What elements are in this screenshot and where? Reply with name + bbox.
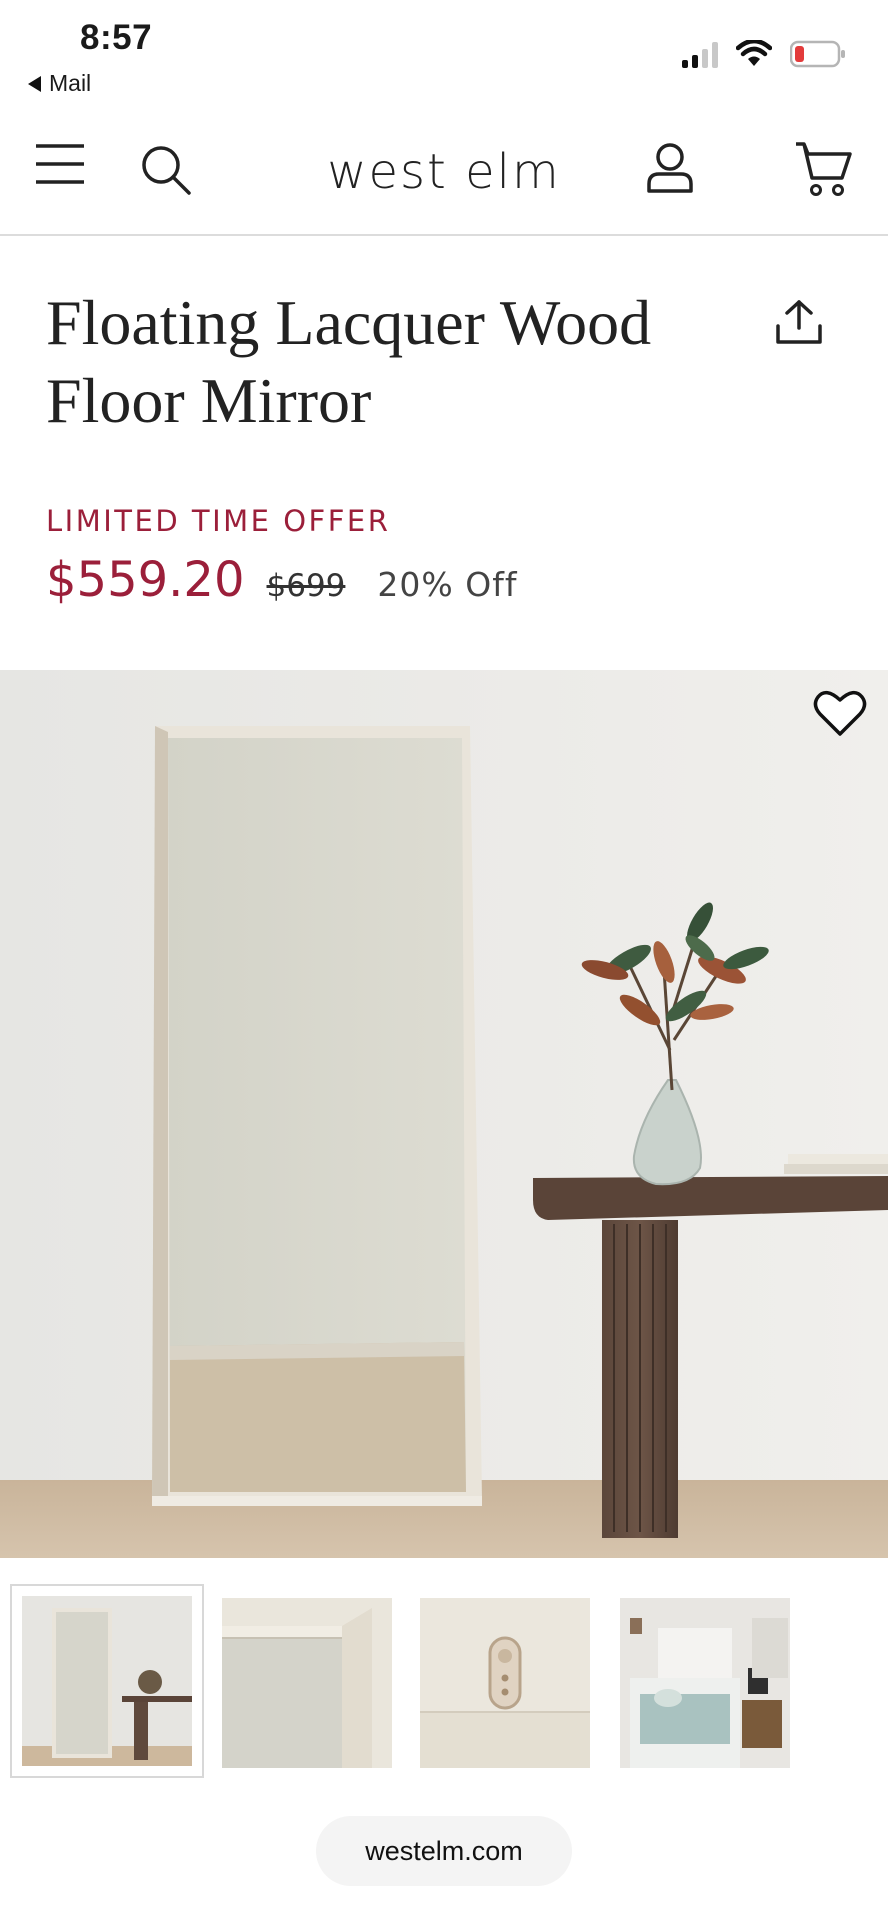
original-price: $699: [266, 568, 346, 604]
browser-url-bar[interactable]: westelm.com: [316, 1816, 572, 1886]
discount-label: 20% Off: [377, 565, 518, 604]
product-title-line-2: Floor Mirror: [46, 365, 372, 436]
cart-icon[interactable]: [794, 140, 852, 198]
status-bar: 8:57 Mail: [0, 0, 888, 108]
thumbnail-mirror-corner-detail[interactable]: [222, 1598, 392, 1768]
promo-label: LIMITED TIME OFFER: [46, 504, 391, 538]
thumbnail-mounting-hardware[interactable]: [420, 1598, 590, 1768]
thumbnail-image: [222, 1598, 392, 1768]
thumbnail-image: [22, 1596, 192, 1766]
account-icon[interactable]: [646, 142, 694, 194]
price-row: $559.20 $699 20% Off: [46, 552, 517, 608]
back-app-label: Mail: [49, 70, 92, 96]
status-icons: [682, 40, 846, 68]
sale-price: $559.20: [46, 552, 245, 608]
back-to-mail-button[interactable]: Mail: [28, 70, 91, 97]
thumbnail-image: [620, 1598, 790, 1768]
battery-icon: [790, 40, 845, 68]
product-hero-image[interactable]: [0, 670, 888, 1558]
back-arrow-icon: [28, 75, 41, 92]
browser-url: westelm.com: [365, 1835, 523, 1866]
thumbnail-image: [420, 1598, 590, 1768]
share-icon[interactable]: [774, 298, 824, 346]
favorite-heart-icon[interactable]: [812, 688, 868, 738]
status-time: 8:57: [80, 18, 153, 57]
wifi-icon: [736, 40, 772, 66]
thumbnail-bedroom-scene[interactable]: [620, 1598, 790, 1768]
thumbnail-mirror-with-console[interactable]: [22, 1596, 192, 1766]
brand-logo[interactable]: west elm: [0, 144, 888, 200]
cellular-signal-icon: [682, 40, 718, 68]
mirror-scene-illustration: [0, 670, 888, 1558]
product-title-line-1: Floating Lacquer Wood: [46, 287, 652, 358]
product-title: Floating Lacquer Wood Floor Mirror: [46, 284, 686, 440]
site-header: west elm: [0, 108, 888, 236]
